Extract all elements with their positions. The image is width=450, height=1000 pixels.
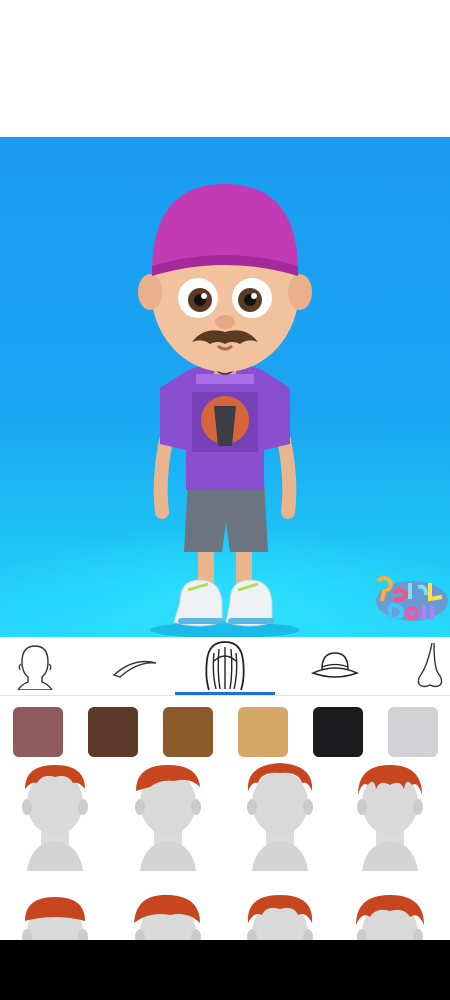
hair-color-swatch-1[interactable] — [13, 707, 63, 757]
perfect-doll-logo — [376, 576, 448, 622]
hair-style-option-7[interactable] — [230, 891, 330, 941]
face-outline-icon — [17, 645, 53, 690]
tab-hair[interactable] — [180, 637, 270, 695]
hair-color-swatch-2[interactable] — [88, 707, 138, 757]
hair-style-textured-icon — [356, 895, 424, 941]
hair-icon — [205, 641, 245, 691]
hair-style-grid — [0, 761, 450, 941]
top-blank-bar — [0, 0, 450, 137]
hair-color-swatch-3[interactable] — [163, 707, 213, 757]
hair-style-swept-icon — [135, 765, 201, 871]
tab-eyebrows[interactable] — [90, 637, 180, 695]
hair-style-option-8[interactable] — [340, 891, 440, 941]
selected-tab-indicator — [175, 692, 275, 695]
hat-icon — [311, 652, 359, 678]
tab-nose[interactable] — [385, 637, 450, 695]
hair-style-quiff-icon — [134, 894, 201, 941]
category-tab-bar — [0, 637, 450, 696]
hair-style-option-4[interactable] — [340, 761, 440, 871]
hair-style-option-5[interactable] — [5, 891, 105, 941]
hair-style-option-1[interactable] — [5, 761, 105, 871]
hair-color-swatch-row — [0, 697, 450, 761]
hair-style-short-spiky-icon — [22, 765, 88, 871]
hair-style-option-2[interactable] — [118, 761, 218, 871]
hair-style-bowl-icon — [22, 897, 88, 941]
avatar-preview-stage — [0, 137, 450, 637]
avatar-character[interactable] — [130, 162, 320, 637]
hair-style-curly-icon — [247, 895, 313, 941]
eyebrow-icon — [112, 660, 157, 678]
hair-color-swatch-5[interactable] — [313, 707, 363, 757]
system-navigation-bar — [0, 940, 450, 1000]
hair-style-fringe-icon — [357, 765, 423, 871]
hair-style-option-6[interactable] — [118, 891, 218, 941]
hair-style-option-3[interactable] — [230, 761, 330, 871]
tab-hats[interactable] — [290, 637, 380, 695]
hair-color-swatch-6[interactable] — [388, 707, 438, 757]
hair-style-messy-icon — [247, 763, 313, 871]
tab-face[interactable] — [0, 637, 80, 695]
hair-color-swatch-4[interactable] — [238, 707, 288, 757]
nose-icon — [417, 642, 443, 688]
